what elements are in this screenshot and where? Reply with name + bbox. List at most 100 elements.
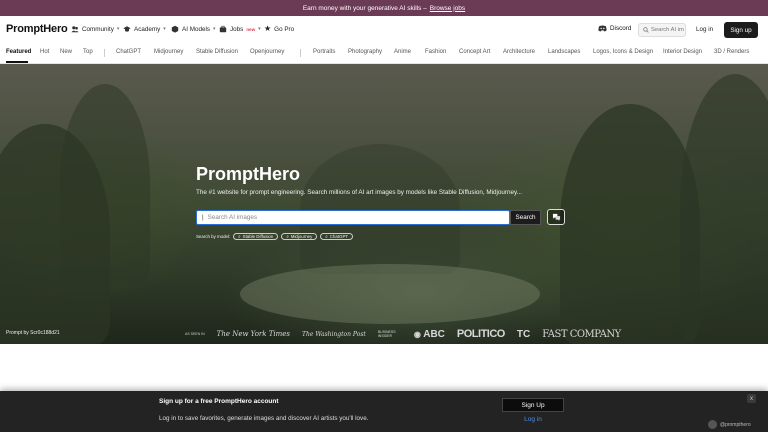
- abc-mark-icon: ◉: [413, 329, 421, 339]
- as-seen-in: AS SEEN IN The New York Times The Washin…: [185, 328, 621, 340]
- chevron-down-icon: ▾: [258, 26, 261, 32]
- fast-company-logo: FAST COMPANY: [542, 328, 621, 340]
- chevron-down-icon: ▾: [116, 26, 120, 32]
- site-logo[interactable]: PromptHero: [6, 23, 68, 35]
- washington-post-logo: The Washington Post: [302, 330, 366, 338]
- star-icon: ★: [264, 24, 272, 33]
- nav-jobs[interactable]: Jobs new ▾: [219, 25, 261, 33]
- tab-midjourney[interactable]: Midjourney: [154, 49, 183, 55]
- hero-search-placeholder: Search AI images: [207, 214, 257, 221]
- banner-text: Earn money with your generative AI skill…: [302, 4, 427, 12]
- as-seen-in-label: AS SEEN IN: [185, 332, 205, 336]
- tab-divider: [104, 49, 105, 57]
- hero-subtitle: The #1 website for prompt engineering. S…: [196, 189, 522, 196]
- by-model-label: Search by model:: [196, 234, 231, 239]
- tab-hot[interactable]: Hot: [40, 49, 49, 55]
- close-icon[interactable]: x: [747, 394, 756, 403]
- search-icon: ⌕: [325, 234, 328, 239]
- model-chip-label: Midjourney: [290, 234, 313, 239]
- briefcase-icon: [219, 25, 227, 33]
- tab-openjourney[interactable]: Openjourney: [250, 49, 284, 55]
- chat-bubbles-icon: [552, 213, 560, 221]
- model-chip-stable-diffusion[interactable]: ⌕ Stable Diffusion: [233, 233, 279, 240]
- hero-section: PromptHero The #1 website for prompt eng…: [0, 64, 768, 344]
- background-river: [240, 264, 540, 324]
- watermark-label: @prompthero: [720, 421, 751, 428]
- tab-anime[interactable]: Anime: [394, 49, 411, 55]
- model-chip-label: ChatGPT: [329, 234, 349, 239]
- background-mountain: [560, 104, 700, 344]
- tab-fashion[interactable]: Fashion: [425, 49, 446, 55]
- browse-jobs-link[interactable]: Browse jobs: [430, 5, 465, 12]
- discord-label: Discord: [610, 25, 632, 32]
- model-chip-midjourney[interactable]: ⌕ Midjourney: [281, 233, 318, 240]
- abc-label: ABC: [423, 328, 445, 340]
- nav-go-pro[interactable]: ★ Go Pro: [264, 25, 294, 33]
- search-by-model: Search by model: ⌕ Stable Diffusion ⌕ Midj…: [196, 233, 354, 240]
- tab-architecture[interactable]: Architecture: [503, 49, 535, 55]
- nav-go-pro-label: Go Pro: [274, 25, 295, 33]
- top-banner: Earn money with your generative AI skill…: [0, 0, 768, 16]
- nav-jobs-label: Jobs: [230, 25, 244, 33]
- tab-top[interactable]: Top: [83, 49, 93, 55]
- main-nav: PromptHero Community ▾ Academy ▾ AI Mode…: [0, 16, 768, 44]
- search-button[interactable]: Search: [510, 210, 541, 225]
- model-chip-chatgpt[interactable]: ⌕ ChatGPT: [320, 233, 354, 240]
- nav-academy-label: Academy: [134, 25, 161, 33]
- nav-ai-models-label: AI Models: [182, 25, 210, 33]
- modal-login-link[interactable]: Log in: [502, 416, 564, 423]
- active-tab-indicator: [6, 61, 28, 63]
- nav-search-placeholder: Search AI im: [651, 27, 684, 33]
- chevron-down-icon: ▾: [163, 26, 166, 32]
- nav-academy[interactable]: Academy ▾: [123, 25, 166, 33]
- nav-community[interactable]: Community ▾: [71, 25, 119, 33]
- chevron-down-icon: ▾: [213, 26, 216, 32]
- model-chip-label: Stable Diffusion: [242, 234, 274, 239]
- background-mountain: [60, 84, 150, 284]
- search-icon: ⌕: [286, 234, 289, 239]
- nyt-logo: The New York Times: [216, 330, 291, 338]
- business-insider-logo: BUSINESS INSIDER: [377, 330, 396, 338]
- text-cursor: |: [202, 214, 204, 221]
- avatar: [708, 420, 717, 429]
- cube-icon: [171, 25, 179, 33]
- search-icon: ⌕: [238, 234, 241, 239]
- new-badge: new: [246, 26, 256, 32]
- tab-3d-renders[interactable]: 3D / Renders: [714, 49, 749, 55]
- hero-title: PromptHero: [196, 164, 301, 184]
- background-mountain: [300, 144, 460, 274]
- tab-chatgpt[interactable]: ChatGPT: [116, 49, 141, 55]
- login-link[interactable]: Log in: [696, 26, 713, 33]
- prompt-credit[interactable]: Prompt by Scr0c188d21: [6, 330, 60, 336]
- nav-ai-models[interactable]: AI Models ▾: [171, 25, 216, 33]
- category-tabs: Featured Hot New Top ChatGPT Midjourney …: [0, 44, 768, 64]
- tab-logos-icons-design[interactable]: Logos, Icons & Design: [593, 49, 653, 55]
- tab-portraits[interactable]: Portraits: [313, 49, 335, 55]
- signup-prompt-bar: Sign up for a free PromptHero account Lo…: [0, 391, 768, 432]
- chat-search-button[interactable]: [547, 209, 565, 225]
- tab-divider: [300, 49, 301, 57]
- nav-search-input[interactable]: Search AI im: [638, 23, 686, 37]
- signup-button[interactable]: Sign up: [724, 22, 758, 38]
- graduation-cap-icon: [123, 26, 131, 32]
- community-icon: [71, 26, 79, 33]
- tab-concept-art[interactable]: Concept Art: [459, 49, 490, 55]
- politico-logo: POLITICO: [456, 328, 505, 340]
- tab-photography[interactable]: Photography: [348, 49, 382, 55]
- tab-new[interactable]: New: [60, 49, 72, 55]
- tab-stable-diffusion[interactable]: Stable Diffusion: [196, 49, 238, 55]
- abc-logo: ◉ ABC: [414, 329, 445, 340]
- tab-featured[interactable]: Featured: [6, 49, 31, 55]
- modal-signup-button[interactable]: Sign Up: [502, 398, 564, 412]
- tab-interior-design[interactable]: Interior Design: [663, 49, 702, 55]
- search-icon: [643, 27, 649, 33]
- signup-prompt-text: Log in to save favorites, generate image…: [159, 415, 369, 422]
- signup-prompt-title: Sign up for a free PromptHero account: [159, 398, 279, 405]
- hero-search-input[interactable]: | Search AI images: [196, 210, 510, 225]
- tab-landscapes[interactable]: Landscapes: [548, 49, 580, 55]
- discord-icon: [598, 25, 607, 32]
- discord-link[interactable]: Discord: [598, 25, 631, 32]
- background-mountain: [680, 74, 768, 344]
- nav-community-label: Community: [82, 25, 114, 33]
- techcrunch-logo: TC: [516, 328, 531, 340]
